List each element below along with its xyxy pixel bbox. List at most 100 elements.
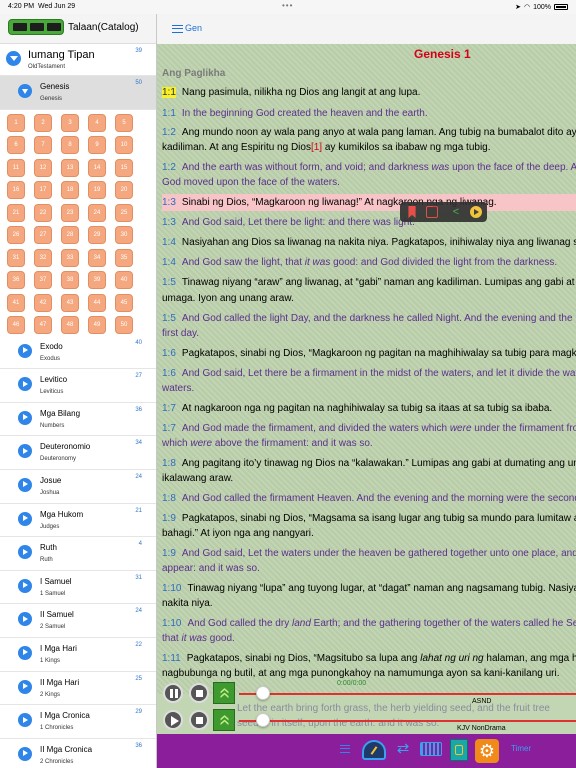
book-row[interactable]: II Mga Cronica 2 Chronicles 36 (0, 738, 156, 768)
book-row[interactable]: Exodo Exodus 40 (0, 335, 156, 370)
chapter-button[interactable]: 4 (88, 113, 106, 132)
chapter-button[interactable]: 41 (7, 293, 25, 312)
chapter-button[interactable]: 42 (34, 293, 52, 312)
chapter-button[interactable]: 23 (61, 203, 79, 222)
chapter-button[interactable]: 35 (115, 248, 133, 267)
verse-tl[interactable]: 1:5 Tinawag niyang “araw” ang liwanag, at… (162, 274, 576, 291)
note-edit-icon[interactable] (426, 206, 438, 218)
stop-button[interactable] (189, 683, 209, 703)
bible-book-icon[interactable] (450, 739, 468, 761)
verse-en[interactable]: 1:1 In the beginning God created the heav… (162, 105, 576, 122)
chapter-button[interactable]: 16 (7, 181, 25, 200)
chapter-button[interactable]: 21 (7, 203, 25, 222)
chapter-button[interactable]: 19 (88, 181, 106, 200)
chapter-button[interactable]: 50 (115, 316, 133, 335)
chapter-button[interactable]: 30 (115, 226, 133, 245)
verse-tl-cont[interactable]: nakita niya. (162, 595, 576, 612)
keyboard-icon[interactable] (420, 742, 442, 756)
chapter-button[interactable]: 1 (7, 113, 25, 132)
progress-knob-1[interactable] (255, 686, 270, 700)
chapter-button[interactable]: 17 (34, 181, 52, 200)
verse-tl-cont[interactable]: kadiliman. At ang Espiritu ng Dios[1] ay… (162, 139, 576, 156)
verse-en[interactable]: 1:3 And God said, Let there be light: and… (162, 214, 576, 231)
progress-track-2[interactable] (239, 720, 576, 722)
chapter-button[interactable]: 38 (61, 271, 79, 290)
verse-tl[interactable]: 1:1 Nang pasimula, nilikha ng Dios ang la… (162, 84, 576, 101)
book-row[interactable]: I Samuel 1 Samuel 31 (0, 570, 156, 605)
verse-tl-cont[interactable]: umaga. Iyon ang unang araw. (162, 290, 576, 307)
chapter-button[interactable]: 49 (88, 316, 106, 335)
chapter-button[interactable]: 37 (34, 271, 52, 290)
testament-row-old[interactable]: Iumang Tipan OldTestament 39 (0, 44, 156, 76)
book-row[interactable]: Deuteronomio Deuteronomy 34 (0, 436, 156, 470)
chapter-button[interactable]: 26 (7, 226, 25, 245)
menu-icon[interactable] (172, 25, 183, 33)
chapter-button[interactable]: 11 (7, 158, 25, 177)
chapter-button[interactable]: 10 (115, 136, 133, 155)
speed-button-2[interactable] (213, 709, 235, 731)
bookmark-icon[interactable] (408, 206, 416, 218)
chapter-button[interactable]: 47 (34, 316, 52, 335)
stop-button-2[interactable] (189, 710, 209, 730)
chapter-button[interactable]: 6 (7, 136, 25, 155)
speed-button[interactable] (213, 682, 235, 704)
book-row[interactable]: Mga Bilang Numbers 36 (0, 402, 156, 437)
verse-en-cont[interactable]: appear: and it was so. (162, 560, 576, 577)
footnote-link[interactable]: [1] (311, 142, 322, 153)
timer-button[interactable]: Timer (511, 744, 531, 753)
verse-en[interactable]: 1:4 And God saw the light, that it was go… (162, 254, 576, 271)
chapter-button[interactable]: 36 (7, 271, 25, 290)
chapter-button[interactable]: 2 (34, 113, 52, 132)
verse-en-cont[interactable]: waters. (162, 380, 576, 397)
chapter-button[interactable]: 34 (88, 248, 106, 267)
verse-en-cont[interactable]: first day. (162, 325, 576, 342)
play-verse-icon[interactable] (470, 206, 482, 218)
progress-knob-2[interactable] (255, 713, 270, 727)
chapter-button[interactable]: 46 (7, 316, 25, 335)
speedometer-icon[interactable] (362, 740, 386, 760)
verse-en[interactable]: 1:8 And God called the firmament Heaven. … (162, 490, 576, 507)
chapter-button[interactable]: 18 (61, 181, 79, 200)
chapter-button[interactable]: 28 (61, 226, 79, 245)
chapter-button[interactable]: 3 (61, 113, 79, 132)
book-row[interactable]: Josue Joshua 24 (0, 469, 156, 504)
chapter-button[interactable]: 27 (34, 226, 52, 245)
verse-en-cont[interactable]: which were above the firmament: and it w… (162, 435, 576, 452)
book-row[interactable]: II Samuel 2 Samuel 24 (0, 604, 156, 638)
repeat-icon[interactable]: ⇄ (394, 741, 412, 756)
verse-tl[interactable]: 1:7 At nagkaroon nga ng pagitan na naghih… (162, 400, 576, 417)
chapter-button[interactable]: 48 (61, 316, 79, 335)
chapter-button[interactable]: 25 (115, 203, 133, 222)
multitask-dots-icon[interactable]: ••• (282, 1, 293, 10)
app-logo-icon[interactable] (8, 19, 64, 35)
book-row[interactable]: I Mga Hari 1 Kings 22 (0, 637, 156, 672)
chapter-button[interactable]: 29 (88, 226, 106, 245)
chapter-button[interactable]: 39 (88, 271, 106, 290)
verse-en-cont[interactable]: that it was good. (162, 630, 576, 647)
book-row-genesis[interactable]: Genesis Genesis 50 (0, 76, 156, 110)
chapter-button[interactable]: 43 (61, 293, 79, 312)
scripture-text-area[interactable]: Genesis 1 Ang Paglikha 1:1 Nang pasimula,… (157, 44, 576, 694)
list-icon[interactable] (340, 745, 350, 753)
chapter-button[interactable]: 5 (115, 113, 133, 132)
chapter-button[interactable]: 40 (115, 271, 133, 290)
chapter-button[interactable]: 31 (7, 248, 25, 267)
settings-gear-icon[interactable]: ⚙ (475, 739, 499, 763)
chapter-button[interactable]: 24 (88, 203, 106, 222)
chapter-button[interactable]: 20 (115, 181, 133, 200)
verse-en-cont[interactable]: God moved upon the face of the waters. (162, 174, 576, 191)
pause-button[interactable] (163, 683, 183, 703)
progress-track-1[interactable] (239, 693, 576, 695)
play-button[interactable] (163, 710, 183, 730)
verse-tl[interactable]: 1:4 Nasiyahan ang Dios sa liwanag na naki… (162, 234, 576, 251)
chapter-button[interactable]: 32 (34, 248, 52, 267)
chapter-button[interactable]: 12 (34, 158, 52, 177)
book-row[interactable]: I Mga Cronica 1 Chronicles 29 (0, 705, 156, 739)
chapter-button[interactable]: 44 (88, 293, 106, 312)
chapter-button[interactable]: 45 (115, 293, 133, 312)
chapter-button[interactable]: 13 (61, 158, 79, 177)
verse-tl[interactable]: 1:6 Pagkatapos, sinabi ng Dios, “Magkaroo… (162, 345, 576, 362)
verse-tl-cont[interactable]: bahagi.” At iyon nga ang nangyari. (162, 525, 576, 542)
chapter-button[interactable]: 33 (61, 248, 79, 267)
chapter-button[interactable]: 22 (34, 203, 52, 222)
